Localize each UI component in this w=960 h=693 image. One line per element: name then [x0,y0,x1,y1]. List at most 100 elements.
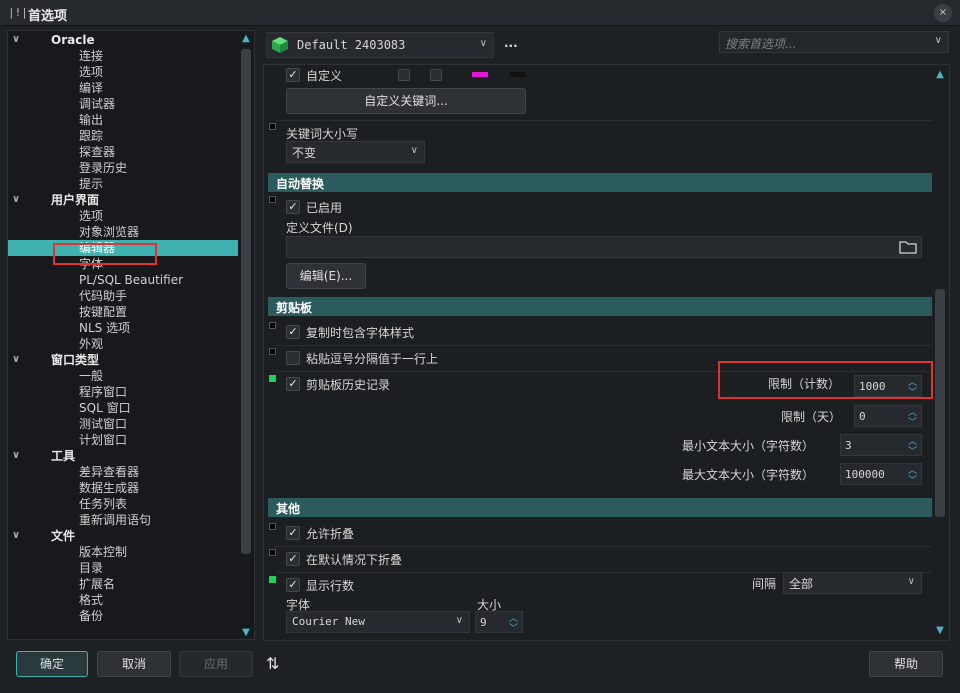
profile-select[interactable]: Default 2403083 ∨ [266,32,494,58]
tree-scrollbar[interactable]: ▲ ▼ [240,33,252,638]
tree-item[interactable]: 探查器 [8,144,238,160]
paste-comma-checkbox[interactable] [286,351,300,365]
fold-default-checkbox[interactable]: ✓ [286,552,300,566]
limit-days-spinner[interactable]: 0 ︿ ﹀ [854,405,922,428]
tree-item[interactable]: 程序窗口 [8,384,238,400]
tree-item-label: 计划窗口 [79,433,128,447]
tree-item[interactable]: 登录历史 [8,160,238,176]
chevron-down-icon[interactable]: ∨ [12,448,20,464]
chevron-down-icon[interactable]: ﹀ [509,621,518,634]
clipboard-history-label: 剪贴板历史记录 [306,378,391,392]
tree-item[interactable]: 提示 [8,176,238,192]
scroll-down-icon[interactable]: ▼ [934,625,946,636]
tree-item[interactable]: 格式 [8,592,238,608]
tree-scroll-thumb[interactable] [241,49,251,554]
tree-item[interactable]: 测试窗口 [8,416,238,432]
chevron-down-icon[interactable]: ∨ [935,35,942,46]
font-select[interactable]: Courier New ∨ [286,611,470,633]
allow-fold-checkbox[interactable]: ✓ [286,526,300,540]
help-button[interactable]: 帮助 [869,651,943,677]
panel-scrollbar[interactable]: ▲ ▼ [934,67,946,639]
color-swatch-magenta[interactable] [472,72,488,77]
tree-category[interactable]: ∨ Oracle [8,32,238,48]
tree-item[interactable]: 跟踪 [8,128,238,144]
tree-item[interactable]: 按键配置 [8,304,238,320]
tree-item[interactable]: 选项 [8,208,238,224]
scroll-up-icon[interactable]: ▲ [934,69,946,80]
tree-item[interactable]: 重新调用语句 [8,512,238,528]
ok-button[interactable]: 确定 [16,651,88,677]
tree-item[interactable]: 数据生成器 [8,480,238,496]
cancel-button[interactable]: 取消 [97,651,171,677]
tree-item[interactable]: 一般 [8,368,238,384]
tree-item-label: 探查器 [79,145,116,159]
tree-category[interactable]: ∨ 窗口类型 [8,352,238,368]
interval-select[interactable]: 全部 ∨ [783,572,922,594]
edit-button[interactable]: 编辑(E)... [286,263,366,289]
tree-category[interactable]: ∨ 文件 [8,528,238,544]
tree-item-label: 选项 [79,65,104,79]
tree-item[interactable]: PL/SQL Beautifier [8,272,238,288]
tree-item[interactable]: 调试器 [8,96,238,112]
scroll-up-icon[interactable]: ▲ [240,33,252,44]
close-button[interactable]: × [934,4,952,22]
scroll-down-icon[interactable]: ▼ [240,627,252,638]
chevron-down-icon[interactable]: ﹀ [908,415,917,428]
font-size-spinner[interactable]: 9 ︿ ﹀ [475,611,523,634]
tree-item[interactable]: 选项 [8,64,238,80]
search-input[interactable]: 搜索首选项... ∨ [719,31,949,53]
chevron-down-icon[interactable]: ∨ [12,528,20,544]
chevron-down-icon[interactable]: ∨ [12,32,20,48]
color-swatch-1[interactable] [398,69,410,81]
tree-item[interactable]: 扩展名 [8,576,238,592]
tree-item[interactable]: SQL 窗口 [8,400,238,416]
tree-item[interactable]: 输出 [8,112,238,128]
clipboard-history-checkbox[interactable]: ✓ [286,377,300,391]
indicator-black [269,123,276,130]
custom-checkbox[interactable]: ✓ [286,68,300,82]
tree-item[interactable]: NLS 选项 [8,320,238,336]
auto-replace-enabled-checkbox[interactable]: ✓ [286,200,300,214]
tree-item-label: 外观 [79,337,104,351]
tree-item[interactable]: 计划窗口 [8,432,238,448]
min-size-value: 3 [845,439,852,452]
tree-item[interactable]: 版本控制 [8,544,238,560]
chevron-down-icon[interactable]: ﹀ [908,444,917,457]
min-size-spinner[interactable]: 3 ︿ ﹀ [840,434,922,457]
tree-item[interactable]: 目录 [8,560,238,576]
tree-item[interactable]: 编译 [8,80,238,96]
custom-keywords-button[interactable]: 自定义关键词... [286,88,526,114]
chevron-down-icon[interactable]: ∨ [12,192,20,208]
chevron-down-icon[interactable]: ∨ [12,352,20,368]
tree-item[interactable]: 备份 [8,608,238,624]
max-size-spinner[interactable]: 100000 ︿ ﹀ [840,463,922,486]
color-swatch-2[interactable] [430,69,442,81]
folder-icon[interactable] [899,239,917,255]
tree-item-label: 目录 [79,561,104,575]
profile-more-button[interactable]: ... [504,36,518,50]
tree-item[interactable]: 代码助手 [8,288,238,304]
sort-arrows-icon[interactable]: ⇅ [266,654,284,674]
panel-scroll-thumb[interactable] [935,289,945,517]
preferences-tree[interactable]: ∨ Oracle 连接 选项 编译 调试器 输出 跟踪 探查器 登录历史 提示 ∨ 用户界面 选项 对象浏览… [7,30,255,640]
tree-item[interactable]: 连接 [8,48,238,64]
apply-button[interactable]: 应用 [179,651,253,677]
show-lines-checkbox[interactable]: ✓ [286,578,300,592]
tree-item-label: 提示 [79,177,104,191]
tree-item-label: 备份 [79,609,104,623]
tree-item-label: 程序窗口 [79,385,128,399]
tree-item[interactable]: 外观 [8,336,238,352]
keyword-case-select[interactable]: 不变 ∨ [286,141,425,163]
definition-file-input[interactable] [286,236,922,258]
tree-category[interactable]: ∨ 工具 [8,448,238,464]
section-clipboard: 剪贴板 [268,297,932,316]
copy-font-checkbox[interactable]: ✓ [286,325,300,339]
tree-item[interactable]: 差异查看器 [8,464,238,480]
chevron-down-icon[interactable]: ﹀ [908,473,917,486]
tree-item-label: PL/SQL Beautifier [79,273,184,287]
tree-item[interactable]: 对象浏览器 [8,224,238,240]
tree-item[interactable]: 任务列表 [8,496,238,512]
color-swatch-black[interactable] [510,72,526,77]
tree-category[interactable]: ∨ 用户界面 [8,192,238,208]
show-lines-label: 显示行数 [306,579,355,593]
